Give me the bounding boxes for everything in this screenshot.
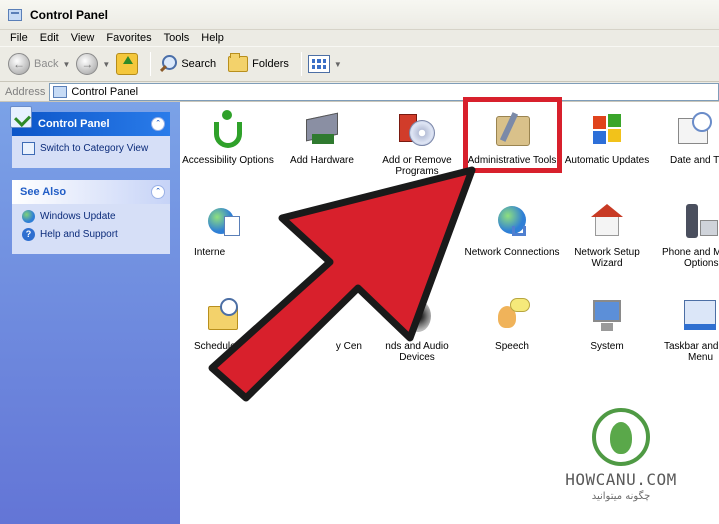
title-bar: Control Panel [0,0,719,30]
search-label: Search [181,58,217,70]
see-also-pane: See Also ˆ Windows Update ? Help and Sup… [12,180,170,254]
chevron-down-icon[interactable]: ▼ [334,60,342,69]
address-field[interactable]: Control Panel [49,82,719,101]
lightbulb-leaf-icon [592,408,650,466]
watermark-logo: HOWCANU.COM چگونه میتوانید [562,408,680,512]
control-panel-icon [53,85,68,98]
menu-bar: File Edit View Favorites Tools Help [0,30,719,46]
back-arrow-icon: ← [8,53,30,75]
date-time-icon [674,110,714,150]
task-pane-header[interactable]: Control Panel ˆ [10,106,170,136]
speech-item[interactable]: Speech [464,296,560,352]
switch-to-category-view-link[interactable]: Switch to Category View [22,142,164,155]
windows-update-icon [22,210,35,223]
scheduled-tasks-icon [204,296,244,336]
menu-tools[interactable]: Tools [158,32,196,44]
toolbar: ← Back ▼ → ▼ Search Folders ▼ [0,46,719,82]
accessibility-icon [208,110,248,150]
sidebar: Control Panel ˆ Switch to Category View … [0,102,180,524]
window-title: Control Panel [30,7,109,22]
search-icon [157,54,178,74]
back-label: Back [34,58,59,70]
internet-options-icon [204,202,244,242]
phone-modem-options-item[interactable]: Phone and M Options [654,202,719,269]
back-button[interactable]: ← Back ▼ [8,53,70,75]
forward-button[interactable]: → ▼ [76,53,110,75]
toolbar-separator [150,52,152,76]
category-view-icon [22,142,35,155]
add-hardware-item[interactable]: Add Hardware [274,110,370,166]
network-setup-wizard-item[interactable]: Network Setup Wizard [559,202,655,269]
chevron-down-icon[interactable]: ▼ [62,60,70,69]
toolbar-separator [300,52,302,76]
phone-modem-icon [680,202,719,242]
views-icon [307,55,330,73]
speech-icon [492,296,532,336]
address-label: Address [5,85,46,98]
address-value: Control Panel [71,85,139,98]
sounds-audio-devices-item[interactable]: nds and Audio Devices [369,296,465,363]
automatic-updates-item[interactable]: Automatic Updates [559,110,655,166]
windows-update-label: Windows Update [40,211,116,222]
up-folder-icon [116,53,139,75]
up-button[interactable] [116,53,139,75]
control-panel-task-pane: Control Panel ˆ Switch to Category View [10,106,170,168]
help-and-support-label: Help and Support [40,229,118,240]
see-also-header[interactable]: See Also ˆ [12,180,170,204]
taskbar-start-menu-icon [680,296,719,336]
collapse-icon[interactable]: ˆ [151,185,165,199]
chevron-down-icon[interactable]: ▼ [102,60,110,69]
automatic-updates-icon [587,110,627,150]
system-item[interactable]: System [559,296,655,352]
forward-arrow-icon: → [76,53,99,75]
search-button[interactable]: Search [157,54,216,74]
network-connections-icon [492,202,532,242]
windows-update-link[interactable]: Windows Update [22,210,164,223]
internet-options-item[interactable]: Interne [180,202,276,258]
folders-button[interactable]: Folders [228,53,289,72]
add-hardware-icon [302,110,342,150]
watermark-brand: HOWCANU.COM [565,470,677,489]
views-button[interactable]: ▼ [307,55,342,73]
menu-view[interactable]: View [65,32,101,44]
sounds-audio-icon [397,296,437,336]
help-icon: ? [22,228,35,241]
menu-favorites[interactable]: Favorites [100,32,157,44]
collapse-icon[interactable]: ˆ [151,117,165,131]
date-time-item[interactable]: Date and T [654,110,719,166]
watermark-tagline: چگونه میتوانید [591,491,651,502]
security-center-item[interactable]: y Cen [274,296,370,352]
control-panel-window-icon [8,8,22,21]
folders-icon [228,53,249,72]
scheduled-tasks-item[interactable]: Scheduled T [180,296,276,352]
taskbar-start-menu-item[interactable]: Taskbar and Menu [654,296,719,363]
folders-label: Folders [252,58,289,70]
switch-view-label: Switch to Category View [40,143,149,154]
address-bar: Address Control Panel [0,82,719,102]
see-also-title: See Also [20,186,67,198]
menu-help[interactable]: Help [195,32,230,44]
administrative-tools-highlight-box [463,97,562,173]
network-connections-item[interactable]: Network Connections [464,202,560,258]
help-and-support-link[interactable]: ? Help and Support [22,228,164,241]
menu-file[interactable]: File [4,32,34,44]
system-icon [587,296,627,336]
add-remove-programs-item[interactable]: Add or Remove Programs [369,110,465,177]
task-pane-title: Control Panel [38,118,110,130]
network-setup-wizard-icon [587,202,627,242]
menu-edit[interactable]: Edit [34,32,65,44]
control-panel-icon [10,106,32,128]
accessibility-options-item[interactable]: Accessibility Options [180,110,276,166]
add-remove-programs-icon [397,110,437,150]
